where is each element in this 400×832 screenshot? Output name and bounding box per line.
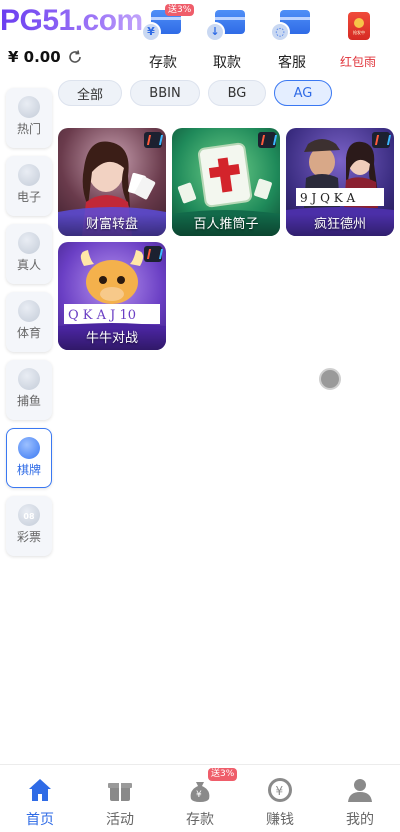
svg-text:9 J Q K A: 9 J Q K A bbox=[300, 191, 356, 205]
tab-all[interactable]: 全部 bbox=[58, 80, 122, 106]
nav-home[interactable]: 首页 bbox=[0, 765, 80, 832]
deposit-bonus-badge: 送3% bbox=[165, 4, 195, 16]
gamepad-icon bbox=[18, 164, 40, 186]
bottom-nav: 首页 活动 ¥ 存款 ¥ 赚钱 我的 bbox=[0, 764, 400, 832]
sidebar-item-label: 体育 bbox=[16, 326, 41, 340]
sidebar-item-fishing[interactable]: 捕鱼 bbox=[6, 360, 52, 420]
withdraw-icon: ↓ bbox=[205, 8, 249, 44]
balance-display: ¥ 0.00 bbox=[8, 48, 83, 66]
game-tile-crazy-holdem[interactable]: 9 J Q K A 疯狂德州 bbox=[286, 128, 394, 236]
sidebar-item-label: 彩票 bbox=[16, 530, 41, 544]
balance-amount: ¥ 0.00 bbox=[8, 48, 61, 66]
lottery-ball-number: 08 bbox=[23, 512, 35, 521]
game-tile-fortune-wheel[interactable]: 财富转盘 bbox=[58, 128, 166, 236]
deposit-button[interactable]: ¥ 送3% 存款 bbox=[135, 4, 195, 72]
customer-service-label: 客服 bbox=[278, 55, 306, 71]
deposit-bonus-badge: 送3% bbox=[208, 768, 238, 781]
game-name: 百人推筒子 bbox=[172, 214, 280, 236]
deposit-label: 存款 bbox=[149, 55, 177, 71]
provider-badge-icon bbox=[144, 246, 162, 262]
sidebar-item-label: 热门 bbox=[16, 122, 41, 136]
game-name: 牛牛对战 bbox=[58, 328, 166, 350]
red-packet-icon-text: 抢发中 bbox=[353, 30, 365, 35]
sidebar-item-label: 电子 bbox=[16, 190, 41, 204]
provider-badge-icon bbox=[372, 132, 390, 148]
tab-bg[interactable]: BG bbox=[208, 80, 266, 106]
game-name: 财富转盘 bbox=[58, 214, 166, 236]
withdraw-button[interactable]: ↓ 取款 bbox=[199, 8, 255, 72]
live-casino-icon bbox=[18, 232, 40, 254]
sidebar-item-label: 捕鱼 bbox=[16, 394, 41, 408]
gift-icon bbox=[105, 775, 135, 805]
sidebar-item-sports[interactable]: 体育 bbox=[6, 292, 52, 352]
sidebar-item-slots[interactable]: 电子 bbox=[6, 156, 52, 216]
sidebar-item-label: 棋牌 bbox=[16, 463, 41, 477]
sidebar-item-hot[interactable]: 热门 bbox=[6, 88, 52, 148]
nav-label: 存款 bbox=[186, 812, 214, 828]
customer-service-icon: ◌ bbox=[270, 8, 314, 44]
nav-label: 赚钱 bbox=[266, 812, 294, 828]
customer-service-button[interactable]: ◌ 客服 bbox=[264, 8, 320, 72]
game-tile-push-tongzi[interactable]: 百人推筒子 bbox=[172, 128, 280, 236]
sidebar-item-chess-cards[interactable]: 棋牌 bbox=[6, 428, 52, 488]
nav-promotions[interactable]: 活动 bbox=[80, 765, 160, 832]
provider-tabs: 全部 BBIN BG AG bbox=[58, 80, 332, 106]
tab-bbin[interactable]: BBIN bbox=[130, 80, 200, 106]
nav-profile[interactable]: 我的 bbox=[320, 765, 400, 832]
refresh-icon[interactable] bbox=[67, 49, 83, 65]
tab-ag[interactable]: AG bbox=[274, 80, 332, 106]
flame-icon bbox=[18, 96, 40, 118]
red-packet-rain-label: 红包雨 bbox=[339, 55, 376, 69]
floating-assistant-button[interactable] bbox=[319, 368, 341, 390]
coin-icon: ¥ bbox=[265, 775, 295, 805]
home-icon bbox=[25, 775, 55, 805]
user-icon bbox=[345, 775, 375, 805]
game-name: 疯狂德州 bbox=[286, 214, 394, 236]
withdraw-label: 取款 bbox=[213, 55, 241, 71]
provider-badge-icon bbox=[144, 132, 162, 148]
provider-badge-icon bbox=[258, 132, 276, 148]
header: PG51.com ¥ 0.00 ¥ 送3% 存款 ↓ 取款 ◌ 客服 抢发中 红… bbox=[0, 0, 400, 76]
nav-earn[interactable]: ¥ 赚钱 bbox=[240, 765, 320, 832]
lottery-ball-icon: 08 bbox=[18, 504, 40, 526]
svg-text:¥: ¥ bbox=[196, 790, 202, 800]
red-packet-rain-button[interactable]: 抢发中 红包雨 bbox=[330, 8, 386, 72]
soccer-ball-icon bbox=[18, 300, 40, 322]
sidebar-item-lottery[interactable]: 08 彩票 bbox=[6, 496, 52, 556]
nav-label: 活动 bbox=[106, 812, 134, 828]
fish-icon bbox=[18, 368, 40, 390]
site-logo[interactable]: PG51.com bbox=[0, 4, 143, 38]
nav-label: 我的 bbox=[346, 812, 374, 828]
nav-label: 首页 bbox=[26, 812, 54, 828]
sidebar-item-label: 真人 bbox=[16, 258, 41, 272]
game-tile-niuniu-battle[interactable]: Q K A J 10 牛牛对战 bbox=[58, 242, 166, 350]
svg-text:Q K A J 10: Q K A J 10 bbox=[68, 308, 136, 323]
sidebar-item-live[interactable]: 真人 bbox=[6, 224, 52, 284]
svg-text:¥: ¥ bbox=[276, 784, 284, 798]
deposit-icon: ¥ 送3% bbox=[141, 4, 195, 44]
heart-card-icon bbox=[18, 437, 40, 459]
red-packet-icon: 抢发中 bbox=[336, 8, 380, 44]
